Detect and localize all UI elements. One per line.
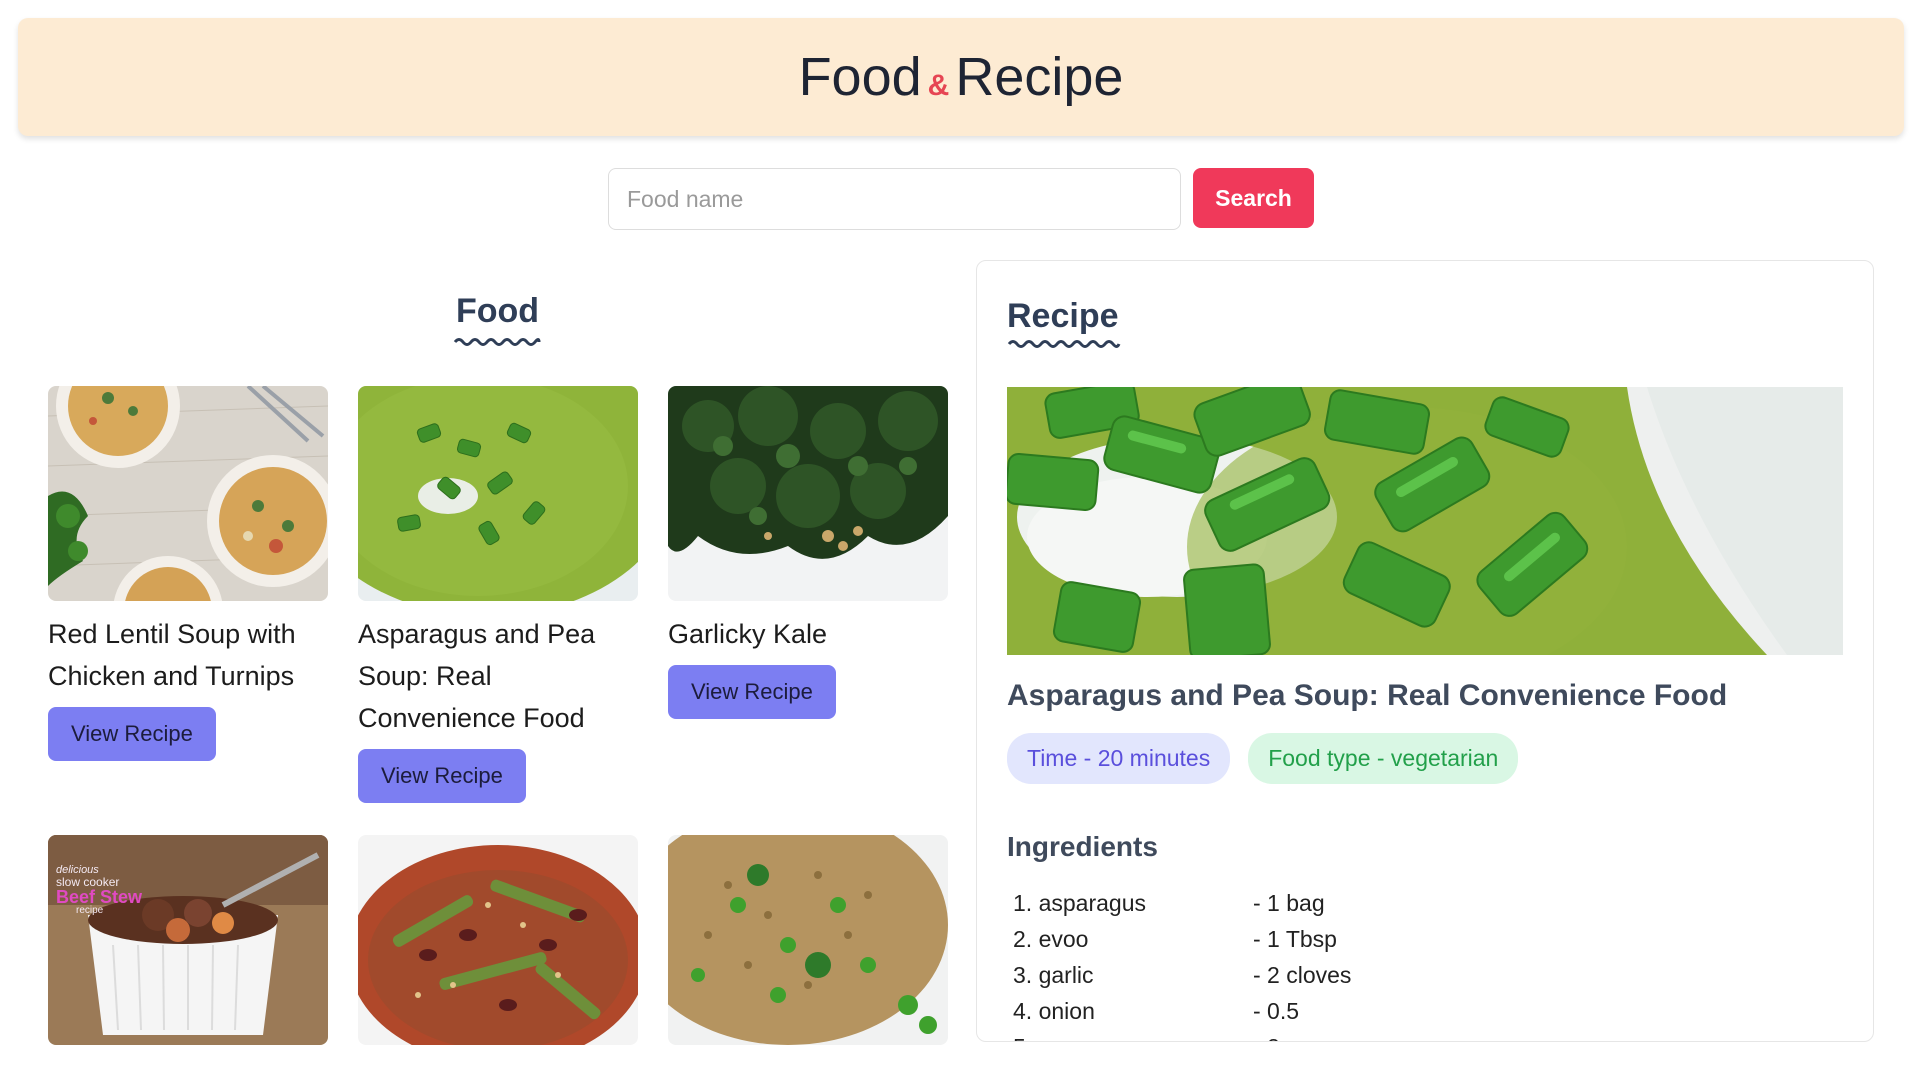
recipe-title-wrap: Recipe	[1007, 297, 1121, 350]
ingredient-qty: - 0.5	[1253, 998, 1300, 1024]
recipe-name: Asparagus and Pea Soup: Real Convenience…	[1007, 679, 1728, 712]
ingredients-title: Ingredients	[1007, 831, 1158, 862]
ingredient-row: 5. peas - 2 cups	[1013, 1029, 1351, 1041]
ingredient-name: 3. garlic	[1013, 962, 1094, 988]
brand-ampersand: &	[927, 69, 950, 102]
brand-recipe-word: Recipe	[955, 47, 1124, 107]
recipe-badges: Time - 20 minutes Food type - vegetarian	[1007, 733, 1519, 784]
food-image[interactable]	[668, 835, 948, 1045]
recipe-panel: Recipe Asparagus and Pea Soup: Real Conv…	[976, 260, 1874, 1042]
ingredient-qty: - 1 bag	[1253, 890, 1325, 916]
food-image[interactable]	[358, 386, 638, 601]
ingredient-name: 4. onion	[1013, 998, 1095, 1024]
food-image[interactable]: delicious slow cooker Beef Stew recipe	[48, 835, 328, 1045]
food-name: Asparagus and Pea Soup: Real Convenience…	[358, 619, 596, 733]
ingredient-row: 2. evoo - 1 Tbsp	[1013, 921, 1351, 957]
ingredient-name: 2. evoo	[1013, 926, 1089, 952]
food-name: Garlicky Kale	[668, 619, 828, 649]
food-card: Asparagus and Pea Soup: Real Convenience…	[358, 386, 638, 803]
ingredient-name: 5. peas	[1013, 1029, 1253, 1041]
time-badge: Time - 20 minutes	[1007, 733, 1231, 784]
search-bar: Search	[608, 168, 1314, 230]
food-card	[358, 835, 638, 1045]
brand-food-word: Food	[798, 47, 922, 107]
food-card: Garlicky Kale View Recipe	[668, 386, 948, 719]
brand-logo[interactable]: Food & Recipe	[799, 46, 1124, 108]
food-title-squiggle	[453, 338, 541, 346]
food-card: delicious slow cooker Beef Stew recipe	[48, 835, 328, 1045]
ingredients-list: 1. asparagus - 1 bag 2. evoo - 1 Tbsp 3.…	[1013, 885, 1351, 1041]
ingredient-qty: - 2 cloves	[1253, 962, 1352, 988]
recipe-title-squiggle	[1007, 340, 1121, 348]
recipe-image	[1007, 387, 1843, 655]
ingredient-qty: - 1 Tbsp	[1253, 926, 1337, 952]
search-button[interactable]: Search	[1193, 168, 1314, 228]
recipe-section-title: Recipe	[1007, 297, 1119, 335]
view-recipe-button[interactable]: View Recipe	[48, 707, 216, 761]
ingredient-name: 1. asparagus	[1013, 890, 1146, 916]
ingredient-row: 3. garlic - 2 cloves	[1013, 957, 1351, 993]
image-text-main: Beef Stew	[56, 887, 143, 907]
food-type-badge: Food type - vegetarian	[1248, 733, 1519, 784]
food-name-input[interactable]	[608, 168, 1181, 230]
food-image[interactable]	[48, 386, 328, 601]
site-header: Food & Recipe	[18, 18, 1904, 136]
food-name: Red Lentil Soup with Chicken and Turnips	[48, 619, 296, 691]
image-overlay-text: delicious slow cooker Beef Stew recipe	[56, 865, 142, 916]
ingredient-row: 4. onion - 0.5	[1013, 993, 1351, 1029]
view-recipe-button[interactable]: View Recipe	[668, 665, 836, 719]
food-image[interactable]	[668, 386, 948, 601]
view-recipe-button[interactable]: View Recipe	[358, 749, 526, 803]
food-card: Red Lentil Soup with Chicken and Turnips…	[48, 386, 328, 761]
food-image[interactable]	[358, 835, 638, 1045]
food-card	[668, 835, 948, 1045]
image-text-bottom: recipe	[76, 905, 104, 916]
ingredient-qty: - 2 cups	[1253, 1029, 1335, 1041]
food-section-title: Food	[456, 292, 540, 330]
ingredient-row: 1. asparagus - 1 bag	[1013, 885, 1351, 921]
